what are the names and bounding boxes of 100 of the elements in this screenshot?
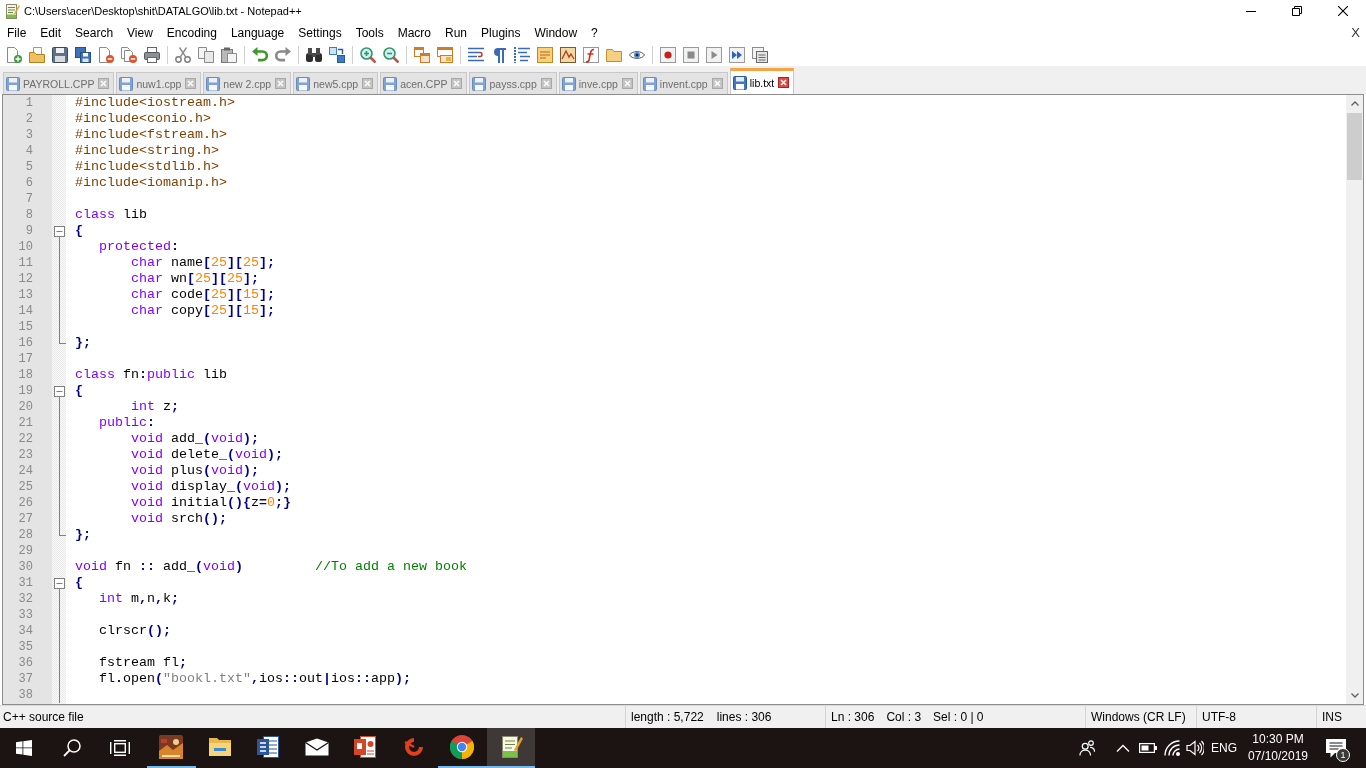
- tab[interactable]: new 2.cpp: [203, 72, 292, 94]
- search-icon[interactable]: [63, 739, 81, 757]
- page-lines-icon[interactable]: [536, 46, 553, 63]
- menu-item[interactable]: Edit: [33, 23, 69, 42]
- code-line: char code[25][15];: [131, 287, 275, 302]
- envelope-icon: [304, 738, 329, 756]
- window-pair-icon[interactable]: [436, 46, 453, 63]
- binoculars-icon[interactable]: [305, 46, 322, 63]
- start-menu-icon[interactable]: [16, 740, 32, 756]
- printer-icon[interactable]: [143, 46, 160, 63]
- function-list-icon[interactable]: [582, 46, 599, 63]
- tab[interactable]: new5.cpp: [293, 72, 379, 94]
- line-number: 1: [25, 95, 33, 111]
- encoding-label: UTF-8: [1202, 710, 1236, 724]
- line-number: 27: [18, 511, 33, 527]
- floppy-disks-icon[interactable]: [74, 46, 91, 63]
- menu-item[interactable]: View: [120, 23, 160, 42]
- line-number: 11: [18, 255, 33, 271]
- tab[interactable]: acen.CPP: [380, 72, 468, 94]
- stop-icon[interactable]: [682, 46, 699, 63]
- line-number: 21: [18, 415, 33, 431]
- close-icon[interactable]: [1338, 6, 1348, 16]
- tab[interactable]: inve.cpp: [558, 72, 638, 94]
- line-count-label: lines : 306: [716, 710, 772, 724]
- menu-item[interactable]: Window: [527, 23, 585, 42]
- code-line: #include<string.h>: [75, 143, 219, 158]
- map-icon[interactable]: [559, 46, 576, 63]
- menu-item[interactable]: Settings: [291, 23, 349, 42]
- scrollbar-thumb[interactable]: [1347, 113, 1362, 180]
- close-icon[interactable]: [778, 77, 790, 88]
- swirl-logo-icon: [402, 736, 425, 758]
- collapse-icon[interactable]: [54, 578, 65, 591]
- minimize-icon[interactable]: [1246, 10, 1256, 12]
- tab[interactable]: invent.cpp: [639, 72, 728, 94]
- selection-label: Sel : 0 | 0: [933, 710, 984, 724]
- open-folder-icon[interactable]: [28, 46, 45, 63]
- menu-item[interactable]: Search: [68, 23, 121, 42]
- copy-icon[interactable]: [197, 46, 214, 63]
- tab[interactable]: payss.cpp: [469, 72, 557, 94]
- record-icon[interactable]: [659, 46, 676, 63]
- redo-arrow-icon[interactable]: [274, 46, 291, 63]
- tab[interactable]: lib.txt: [729, 68, 795, 94]
- code-line: void plus(void);: [131, 463, 259, 478]
- folder-icon[interactable]: [605, 46, 622, 63]
- zoom-in-icon[interactable]: [359, 46, 376, 63]
- line-ending-label: Windows (CR LF): [1091, 710, 1186, 724]
- replace-icon[interactable]: [328, 46, 345, 63]
- page-remove-icon[interactable]: [97, 46, 114, 63]
- code-line: void initial(){z=0;}: [131, 495, 291, 510]
- scroll-up-icon[interactable]: [1350, 101, 1359, 106]
- close-button[interactable]: X: [1349, 25, 1362, 40]
- scissors-icon[interactable]: [174, 46, 191, 63]
- clipboard-icon[interactable]: [220, 46, 237, 63]
- menu-item[interactable]: File: [0, 23, 34, 42]
- wrap-lines-icon[interactable]: [467, 46, 484, 63]
- tab[interactable]: PAYROLL.CPP: [3, 72, 115, 94]
- window-pair-icon[interactable]: [413, 46, 430, 63]
- play-icon[interactable]: [705, 46, 722, 63]
- code-line: char wn[25][25];: [131, 271, 259, 286]
- code-line: #include<iostream.h>: [75, 95, 235, 110]
- pages-remove-icon[interactable]: [120, 46, 137, 63]
- task-view-icon[interactable]: [110, 740, 130, 756]
- menu-item[interactable]: Language: [223, 23, 292, 42]
- language-indicator[interactable]: ENG: [1211, 740, 1237, 756]
- line-number: 31: [18, 575, 33, 591]
- line-number: 33: [18, 607, 33, 623]
- tab[interactable]: nuw1.cpp: [116, 72, 202, 94]
- new-file-icon[interactable]: [5, 46, 22, 63]
- people-icon[interactable]: [1079, 740, 1095, 756]
- macro-list-icon[interactable]: [751, 46, 768, 63]
- line-number: 5: [25, 159, 33, 175]
- window-title: C:\Users\acer\Desktop\shit\DATALGO\lib.txt - Notepad++: [24, 5, 302, 17]
- file-type-label: C++ source file: [3, 710, 84, 724]
- indent-guide-icon[interactable]: [513, 46, 530, 63]
- fast-forward-icon[interactable]: [728, 46, 745, 63]
- clock-date[interactable]: 07/10/2019: [1247, 749, 1309, 764]
- menu-item[interactable]: Tools: [348, 23, 391, 42]
- chevron-up-icon[interactable]: [1116, 744, 1130, 752]
- line-number: 13: [18, 287, 33, 303]
- menu-item[interactable]: Plugins: [474, 23, 528, 42]
- notification-badge: 1: [1336, 748, 1350, 762]
- clock-time[interactable]: 10:30 PM: [1252, 732, 1304, 747]
- menu-item[interactable]: Macro: [390, 23, 438, 42]
- wifi-icon[interactable]: [1164, 740, 1180, 756]
- battery-icon[interactable]: [1139, 743, 1157, 753]
- line-number: 22: [18, 431, 33, 447]
- collapse-icon[interactable]: [54, 226, 65, 239]
- scroll-down-icon[interactable]: [1350, 693, 1359, 698]
- speaker-icon[interactable]: [1186, 740, 1204, 756]
- collapse-icon[interactable]: [54, 386, 65, 399]
- zoom-out-icon[interactable]: [382, 46, 399, 63]
- restore-icon[interactable]: [1292, 6, 1302, 16]
- code-line: #include<fstream.h>: [75, 127, 227, 142]
- eye-icon[interactable]: [628, 50, 645, 59]
- menu-item[interactable]: ?: [584, 23, 605, 42]
- menu-item[interactable]: Encoding: [159, 23, 224, 42]
- menu-item[interactable]: Run: [438, 23, 475, 42]
- undo-arrow-icon[interactable]: [251, 46, 268, 63]
- code-line: void add_(void);: [131, 431, 259, 446]
- taskbar-button[interactable]: [486, 728, 535, 768]
